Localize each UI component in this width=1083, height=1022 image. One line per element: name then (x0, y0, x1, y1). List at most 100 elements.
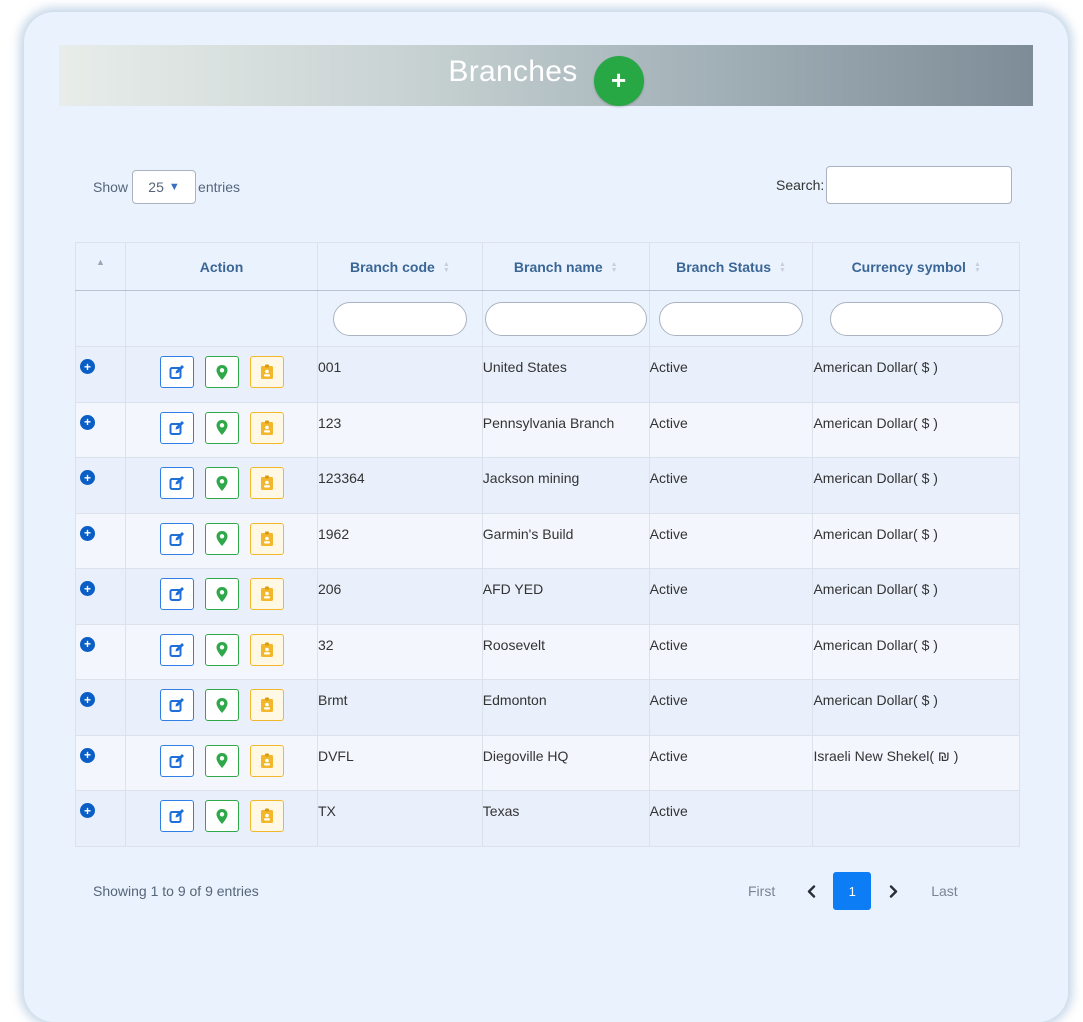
edit-button[interactable] (159, 467, 194, 499)
branch-status-cell: Active (648, 346, 814, 403)
column-header-branch-status[interactable]: Branch Status ▲ ▼ (648, 242, 814, 291)
branch-code-cell: 123364 (316, 457, 483, 514)
badge-button[interactable] (249, 578, 284, 610)
badge-button[interactable] (249, 467, 284, 499)
branch-status-filter-input[interactable] (659, 301, 804, 336)
id-badge-icon (260, 697, 274, 713)
branch-name-cell: Diegoville HQ (481, 734, 650, 791)
location-button[interactable] (204, 800, 239, 832)
branch-code-filter-input[interactable] (332, 301, 467, 336)
edit-button[interactable] (159, 689, 194, 721)
sort-icon: ▲ ▼ (779, 260, 786, 274)
search-input[interactable] (826, 166, 1013, 204)
currency-symbol-cell: American Dollar( $ ) (812, 568, 1020, 625)
location-button[interactable] (204, 356, 239, 388)
badge-button[interactable] (249, 689, 284, 721)
column-header-branch-name[interactable]: Branch name ▲ ▼ (481, 242, 650, 291)
branch-code-cell: 1962 (316, 512, 483, 569)
badge-button[interactable] (249, 744, 284, 777)
edit-button[interactable] (159, 578, 194, 610)
map-pin-icon (215, 808, 229, 825)
id-badge-icon (260, 753, 274, 769)
badge-button[interactable] (249, 522, 284, 555)
branch-status-cell: Active (648, 734, 814, 791)
edit-button[interactable] (159, 744, 194, 777)
edit-button[interactable] (159, 411, 194, 444)
column-header-action: Action (125, 242, 318, 291)
location-button[interactable] (204, 744, 239, 777)
location-button[interactable] (204, 689, 239, 721)
table-row: + Brmt Edmonton Active American Dollar( $ ) (74, 679, 1020, 736)
branch-name-cell: United States (481, 346, 650, 403)
plus-circle-icon[interactable]: + (80, 470, 95, 485)
add-branch-button[interactable]: + (593, 55, 644, 106)
show-entries-control: Show 25 ▼ entries (93, 170, 240, 204)
plus-circle-icon[interactable]: + (80, 692, 95, 707)
branch-status-cell: Active (648, 457, 814, 514)
edit-icon (169, 586, 185, 602)
table-row: +32 Roosevelt Active American Dollar( $ ) (74, 623, 1020, 680)
plus-circle-icon[interactable]: + (80, 581, 95, 596)
currency-symbol-cell: American Dollar( $ ) (812, 346, 1020, 403)
pagination: First 1 Last (748, 872, 958, 910)
id-badge-icon (260, 642, 274, 658)
badge-button[interactable] (249, 356, 284, 388)
pagination-first[interactable]: First (748, 883, 775, 899)
edit-icon (169, 364, 185, 380)
currency-symbol-cell: American Dollar( $ ) (812, 457, 1020, 514)
chevron-left-icon[interactable] (801, 884, 821, 898)
edit-icon (169, 808, 185, 824)
table-row: + DVFL Diegoville HQ Active Israeli New Shek… (74, 734, 1020, 791)
location-button[interactable] (204, 522, 239, 555)
branch-name-filter-input[interactable] (484, 301, 647, 336)
branch-status-cell: Active (648, 790, 814, 847)
plus-circle-icon[interactable]: + (80, 636, 95, 652)
badge-button[interactable] (249, 800, 284, 832)
branch-status-cell: Active (648, 679, 814, 736)
edit-button[interactable] (159, 800, 194, 832)
location-button[interactable] (204, 411, 239, 444)
chevron-right-icon[interactable] (883, 884, 903, 898)
entries-length-select[interactable]: 25 ▼ (132, 170, 197, 204)
plus-circle-icon[interactable]: + (80, 359, 95, 374)
id-badge-icon (260, 364, 274, 380)
table-row: +206 AFD YED Active American Dollar( $ ) (74, 568, 1020, 625)
badge-button[interactable] (249, 411, 284, 444)
edit-button[interactable] (159, 522, 194, 555)
id-badge-icon (260, 586, 274, 602)
currency-symbol-filter-input[interactable] (829, 301, 1003, 336)
search-label: Search: (776, 177, 825, 193)
entries-length-value: 25 (148, 179, 164, 195)
plus-circle-icon[interactable]: + (80, 747, 95, 763)
map-pin-icon (215, 641, 229, 658)
plus-circle-icon[interactable]: + (80, 414, 95, 430)
badge-button[interactable] (249, 633, 284, 666)
plus-circle-icon[interactable]: + (80, 525, 95, 541)
location-button[interactable] (204, 633, 239, 666)
table-row: +1962 Garmin's Build Active American Dollar… (74, 512, 1020, 569)
pagination-page-current[interactable]: 1 (833, 872, 872, 910)
map-pin-icon (215, 419, 229, 436)
sort-asc-icon: ▲ (96, 257, 105, 267)
currency-symbol-cell: Israeli New Shekel( ₪ ) (812, 734, 1020, 791)
column-header-expander[interactable]: ▲ (74, 242, 127, 291)
search-control: Search: (776, 166, 1013, 204)
location-button[interactable] (204, 578, 239, 610)
edit-button[interactable] (159, 633, 194, 666)
page-banner: Branches + (59, 45, 1033, 106)
entries-label: entries (198, 179, 241, 195)
branch-code-cell: 001 (316, 346, 483, 403)
edit-button[interactable] (159, 356, 194, 388)
branch-code-cell: DVFL (316, 734, 483, 791)
filter-row (74, 290, 1020, 347)
column-header-branch-code[interactable]: Branch code ▲ ▼ (316, 242, 483, 291)
column-header-currency-symbol[interactable]: Currency symbol ▲ ▼ (812, 242, 1020, 291)
pagination-last[interactable]: Last (931, 883, 957, 899)
map-pin-icon (215, 586, 229, 603)
currency-symbol-cell: American Dollar( $ ) (812, 623, 1020, 680)
edit-icon (169, 531, 185, 547)
plus-circle-icon[interactable]: + (80, 803, 95, 818)
location-button[interactable] (204, 467, 239, 499)
branch-status-cell: Active (648, 401, 814, 458)
table-header-row: ▲ Action Branch code ▲ ▼ Branch name ▲ ▼ Bra… (74, 242, 1020, 291)
